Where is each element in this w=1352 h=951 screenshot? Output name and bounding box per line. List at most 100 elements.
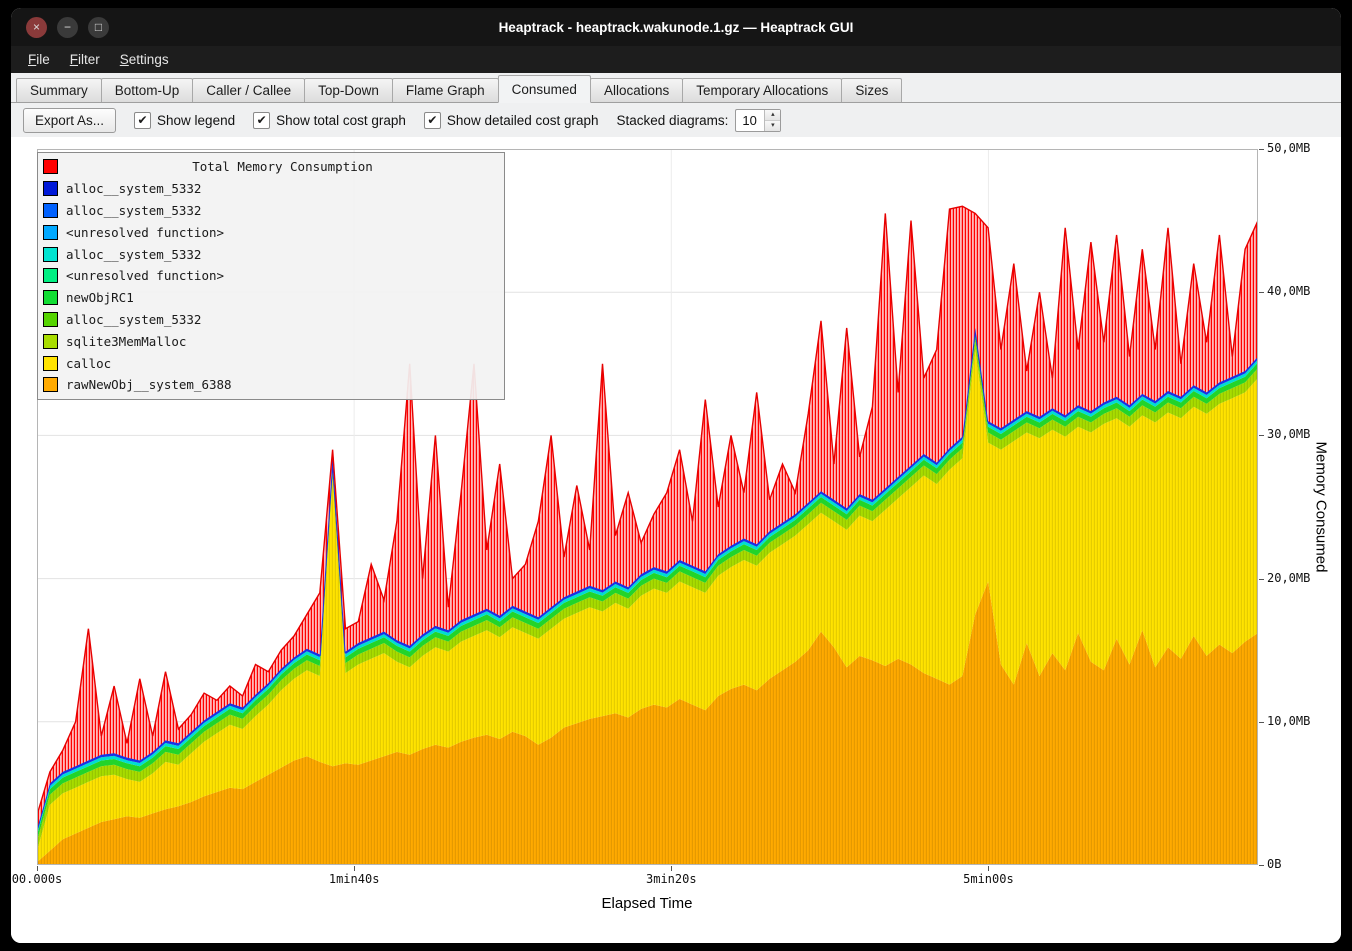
tab-flame-graph[interactable]: Flame Graph [392, 78, 499, 102]
legend-label: newObjRC1 [66, 290, 134, 305]
legend-swatch [43, 356, 58, 371]
x-tick-label: 1min40s [329, 872, 380, 886]
checkbox-box[interactable]: ✔ [253, 112, 270, 129]
legend-item: alloc__system_5332 [43, 309, 499, 331]
legend-swatch [43, 247, 58, 262]
legend-item: alloc__system_5332 [43, 200, 499, 222]
window-title: Heaptrack - heaptrack.wakunode.1.gz — He… [11, 20, 1341, 35]
spinbox-buttons: ▴ ▾ [764, 110, 780, 131]
tab-bottom-up[interactable]: Bottom-Up [101, 78, 194, 102]
legend-title-row: Total Memory Consumption [43, 156, 499, 178]
y-axis-title: Memory Consumed [1313, 442, 1330, 573]
legend-item: alloc__system_5332 [43, 243, 499, 265]
legend-item: rawNewObj__system_6388 [43, 374, 499, 396]
x-tick-label: 00.000s [12, 872, 63, 886]
spinbox-up-button[interactable]: ▴ [765, 110, 780, 120]
minimize-icon: − [64, 21, 71, 33]
legend-label: calloc [66, 356, 111, 371]
legend-swatch [43, 203, 58, 218]
title-bar: × − □ Heaptrack - heaptrack.wakunode.1.g… [11, 8, 1341, 46]
minimize-button[interactable]: − [57, 17, 78, 38]
stacked-diagrams-control: Stacked diagrams: 10 ▴ ▾ [617, 109, 782, 132]
legend-swatch [43, 377, 58, 392]
menu-settings[interactable]: Settings [111, 49, 178, 70]
legend-swatch [43, 290, 58, 305]
x-tick-label: 3min20s [646, 872, 697, 886]
menu-filter[interactable]: Filter [61, 49, 109, 70]
tab-caller-callee[interactable]: Caller / Callee [192, 78, 305, 102]
legend-item: <unresolved function> [43, 221, 499, 243]
legend-label: alloc__system_5332 [66, 312, 201, 327]
legend-label: alloc__system_5332 [66, 247, 201, 262]
y-tick-label: 50,0MB [1267, 141, 1310, 155]
stacked-diagrams-value: 10 [736, 110, 764, 131]
export-as-button[interactable]: Export As... [23, 108, 116, 133]
legend-swatch-total [43, 159, 58, 174]
legend-item: <unresolved function> [43, 265, 499, 287]
legend-items: alloc__system_5332 alloc__system_5332 <unr… [43, 178, 499, 396]
y-tick-mark [1259, 865, 1264, 866]
y-tick-mark [1259, 579, 1264, 580]
legend-swatch [43, 225, 58, 240]
toolbar: Export As... ✔ Show legend ✔ Show total cos… [11, 103, 1341, 137]
checkbox-show-total-cost-graph[interactable]: ✔ Show total cost graph [253, 112, 406, 129]
stacked-diagrams-label: Stacked diagrams: [617, 113, 729, 128]
chart-area: Total Memory Consumption alloc__system_5… [11, 137, 1341, 943]
menu-file[interactable]: File [19, 49, 59, 70]
legend-label: alloc__system_5332 [66, 203, 201, 218]
legend-title: Total Memory Consumption [66, 159, 499, 174]
x-tick-mark [671, 866, 672, 871]
legend-label: rawNewObj__system_6388 [66, 377, 232, 392]
close-button[interactable]: × [26, 17, 47, 38]
legend-label: sqlite3MemMalloc [66, 334, 186, 349]
legend-item: alloc__system_5332 [43, 178, 499, 200]
heaptrack-window: × − □ Heaptrack - heaptrack.wakunode.1.g… [11, 8, 1341, 943]
tab-allocations[interactable]: Allocations [590, 78, 683, 102]
x-tick-mark [37, 866, 38, 871]
checkbox-label: Show legend [157, 113, 235, 128]
checkbox-box[interactable]: ✔ [424, 112, 441, 129]
tab-summary[interactable]: Summary [16, 78, 102, 102]
legend-item: calloc [43, 352, 499, 374]
legend-label: <unresolved function> [66, 268, 224, 283]
y-tick-mark [1259, 722, 1264, 723]
y-tick-mark [1259, 149, 1264, 150]
stacked-diagrams-spinbox[interactable]: 10 ▴ ▾ [735, 109, 781, 132]
x-tick-label: 5min00s [963, 872, 1014, 886]
tab-bar: SummaryBottom-UpCaller / CalleeTop-DownF… [11, 73, 1341, 103]
legend-label: <unresolved function> [66, 225, 224, 240]
window-controls: × − □ [26, 17, 109, 38]
close-icon: × [33, 21, 40, 33]
menu-bar: FileFilterSettings [11, 46, 1341, 73]
y-tick-label: 20,0MB [1267, 571, 1310, 585]
checkbox-box[interactable]: ✔ [134, 112, 151, 129]
legend: Total Memory Consumption alloc__system_5… [37, 152, 505, 400]
y-tick-label: 0B [1267, 857, 1281, 871]
legend-label: alloc__system_5332 [66, 181, 201, 196]
legend-swatch [43, 268, 58, 283]
y-tick-mark [1259, 292, 1264, 293]
legend-swatch [43, 312, 58, 327]
spinbox-down-button[interactable]: ▾ [765, 120, 780, 131]
legend-swatch [43, 181, 58, 196]
checkbox-label: Show detailed cost graph [447, 113, 599, 128]
legend-item: newObjRC1 [43, 287, 499, 309]
checkbox-show-detailed-cost-graph[interactable]: ✔ Show detailed cost graph [424, 112, 599, 129]
tab-sizes[interactable]: Sizes [841, 78, 902, 102]
maximize-button[interactable]: □ [88, 17, 109, 38]
legend-swatch [43, 334, 58, 349]
y-tick-mark [1259, 435, 1264, 436]
tab-top-down[interactable]: Top-Down [304, 78, 393, 102]
checkbox-show-legend[interactable]: ✔ Show legend [134, 112, 235, 129]
tab-temporary-allocations[interactable]: Temporary Allocations [682, 78, 842, 102]
x-tick-mark [988, 866, 989, 871]
checkbox-label: Show total cost graph [276, 113, 406, 128]
y-tick-label: 30,0MB [1267, 427, 1310, 441]
y-tick-label: 40,0MB [1267, 284, 1310, 298]
toolbar-checkboxes: ✔ Show legend ✔ Show total cost graph ✔ Show … [134, 112, 599, 129]
legend-item: sqlite3MemMalloc [43, 330, 499, 352]
x-axis-title: Elapsed Time [602, 895, 693, 912]
tab-consumed[interactable]: Consumed [498, 75, 591, 103]
x-tick-mark [354, 866, 355, 871]
maximize-icon: □ [95, 21, 102, 33]
